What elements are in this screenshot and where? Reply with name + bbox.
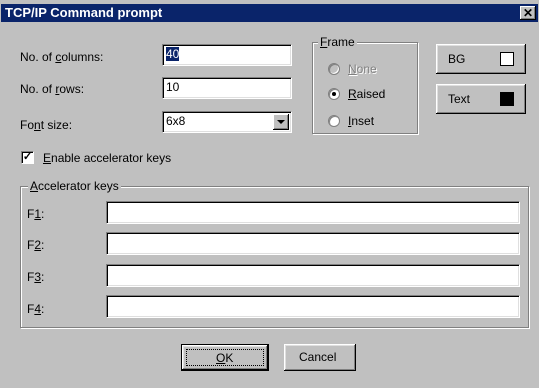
ok-button-label: OK <box>216 351 234 365</box>
tcpip-dialog: TCP/IP Command prompt ✕ No. of columns: … <box>0 0 539 388</box>
bg-swatch-icon <box>500 52 514 66</box>
text-swatch-icon <box>500 92 514 106</box>
frame-none-radio <box>328 63 340 75</box>
accelerator-group-label: Accelerator keys <box>28 179 121 193</box>
cancel-button-label: Cancel <box>299 350 337 364</box>
columns-value: 40 <box>166 47 180 61</box>
cancel-button[interactable]: Cancel <box>284 344 356 371</box>
f3-input[interactable] <box>106 264 520 287</box>
rows-input[interactable]: 10 <box>162 77 292 99</box>
font-size-select[interactable]: 6x8 <box>162 111 292 133</box>
font-size-label: Font size: <box>20 118 73 132</box>
rows-label: No. of rows: <box>20 82 85 96</box>
f1-input[interactable] <box>106 201 520 224</box>
columns-input[interactable]: 40 <box>162 44 292 66</box>
f1-label: F1: <box>27 207 45 221</box>
frame-none-label: None <box>348 62 377 76</box>
text-button-label: Text <box>448 92 471 106</box>
frame-group-label: Frame <box>318 35 357 49</box>
title-bar[interactable]: TCP/IP Command prompt ✕ <box>1 4 538 22</box>
bg-color-button[interactable]: BG <box>436 44 526 74</box>
ok-button[interactable]: OK <box>181 344 269 371</box>
check-icon: ✓ <box>22 151 33 163</box>
f4-input[interactable] <box>106 295 520 318</box>
f2-input[interactable] <box>106 232 520 255</box>
frame-raised-label[interactable]: Raised <box>348 87 385 101</box>
close-button[interactable]: ✕ <box>520 6 536 20</box>
bg-button-label: BG <box>448 52 466 66</box>
close-icon: ✕ <box>522 6 534 20</box>
text-color-button[interactable]: Text <box>436 84 526 114</box>
chevron-down-icon[interactable] <box>273 114 289 130</box>
font-size-value: 6x8 <box>166 114 186 128</box>
window-title: TCP/IP Command prompt <box>5 5 163 20</box>
columns-label: No. of columns: <box>20 50 104 64</box>
rows-value: 10 <box>166 80 180 94</box>
frame-raised-radio[interactable] <box>328 88 340 100</box>
f4-label: F4: <box>27 302 45 316</box>
enable-accelerator-label[interactable]: Enable accelerator keys <box>43 151 171 165</box>
frame-inset-radio[interactable] <box>328 115 340 127</box>
enable-accelerator-checkbox[interactable]: ✓ <box>21 151 34 164</box>
f3-label: F3: <box>27 270 45 284</box>
f2-label: F2: <box>27 238 45 252</box>
frame-inset-label[interactable]: Inset <box>348 114 374 128</box>
